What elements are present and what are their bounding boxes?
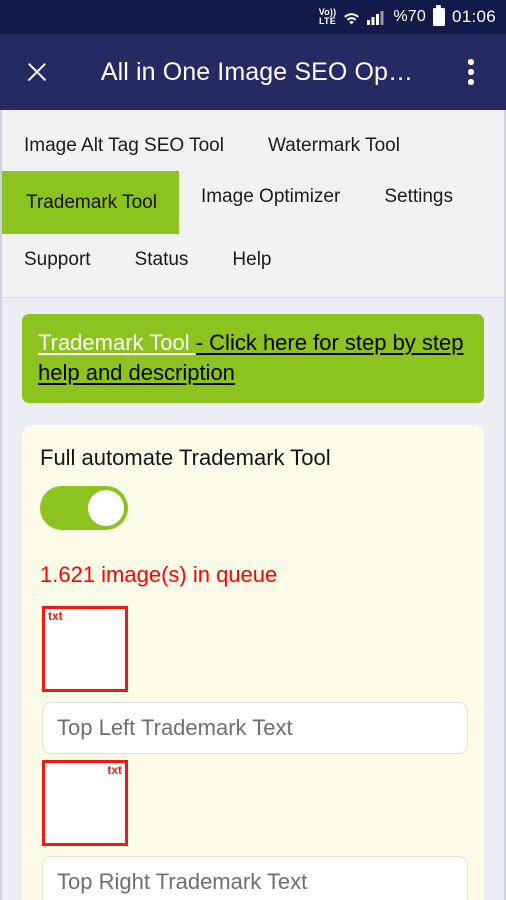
battery-icon — [432, 5, 445, 26]
nav-item-settings[interactable]: Settings — [362, 171, 475, 234]
close-icon[interactable] — [22, 57, 52, 87]
signal-icon — [367, 10, 384, 25]
nav-row: Trademark Tool Image Optimizer Settings — [2, 171, 504, 234]
status-icons: Vo)) LTE %70 01:06 — [319, 5, 496, 27]
full-automate-toggle[interactable] — [40, 485, 128, 530]
wifi-icon — [343, 10, 360, 25]
kebab-dot — [468, 79, 474, 85]
volte-icon-bottom-label: LTE — [319, 16, 336, 26]
kebab-dot — [468, 69, 474, 75]
nav-item-watermark-tool[interactable]: Watermark Tool — [246, 120, 422, 171]
nav-item-status[interactable]: Status — [113, 234, 211, 285]
top-left-trademark-text-input[interactable] — [42, 702, 468, 755]
nav-item-support[interactable]: Support — [2, 234, 113, 285]
full-automate-label: Full automate Trademark Tool — [40, 445, 331, 471]
position-indicator-top-right-icon[interactable]: txt — [42, 760, 128, 847]
phone-screen: Vo)) LTE %70 01:06 All in One Image SEO … — [0, 0, 506, 900]
overflow-menu-icon[interactable] — [456, 55, 486, 89]
volte-icon: Vo)) LTE — [319, 8, 337, 26]
nav-row: Image Alt Tag SEO Tool Watermark Tool — [2, 120, 504, 171]
position-corner-label: txt — [107, 763, 122, 778]
help-banner-container: Trademark Tool - Click here for step by … — [2, 298, 504, 404]
nav-item-trademark-tool[interactable]: Trademark Tool — [2, 171, 179, 234]
kebab-dot — [468, 59, 474, 65]
battery-percent-label: %70 — [393, 8, 426, 25]
top-right-trademark-text-input[interactable] — [42, 856, 468, 900]
page-title: All in One Image SEO Op… — [100, 57, 414, 86]
clock-label: 01:06 — [451, 7, 496, 26]
status-bar: Vo)) LTE %70 01:06 — [0, 0, 506, 34]
toggle-knob — [88, 489, 124, 526]
nav-item-image-optimizer[interactable]: Image Optimizer — [179, 171, 362, 234]
position-indicator-top-left-icon[interactable]: txt — [42, 606, 128, 693]
main-nav: Image Alt Tag SEO Tool Watermark Tool Tr… — [2, 110, 504, 298]
help-banner-title: Trademark Tool — [38, 330, 196, 355]
position-corner-label: txt — [48, 609, 63, 624]
trademark-tool-card: Full automate Trademark Tool 1.621 image… — [22, 425, 484, 900]
app-bar: All in One Image SEO Op… — [0, 34, 506, 110]
webview-content: Image Alt Tag SEO Tool Watermark Tool Tr… — [0, 110, 506, 900]
queue-status-text: 1.621 image(s) in queue — [40, 561, 278, 587]
nav-row: Support Status Help — [2, 234, 504, 285]
nav-item-image-alt-tag-seo-tool[interactable]: Image Alt Tag SEO Tool — [2, 120, 246, 171]
help-banner-link[interactable]: Trademark Tool - Click here for step by … — [22, 314, 484, 404]
trademark-card-container: Full automate Trademark Tool 1.621 image… — [2, 403, 504, 900]
nav-item-help[interactable]: Help — [210, 234, 293, 285]
